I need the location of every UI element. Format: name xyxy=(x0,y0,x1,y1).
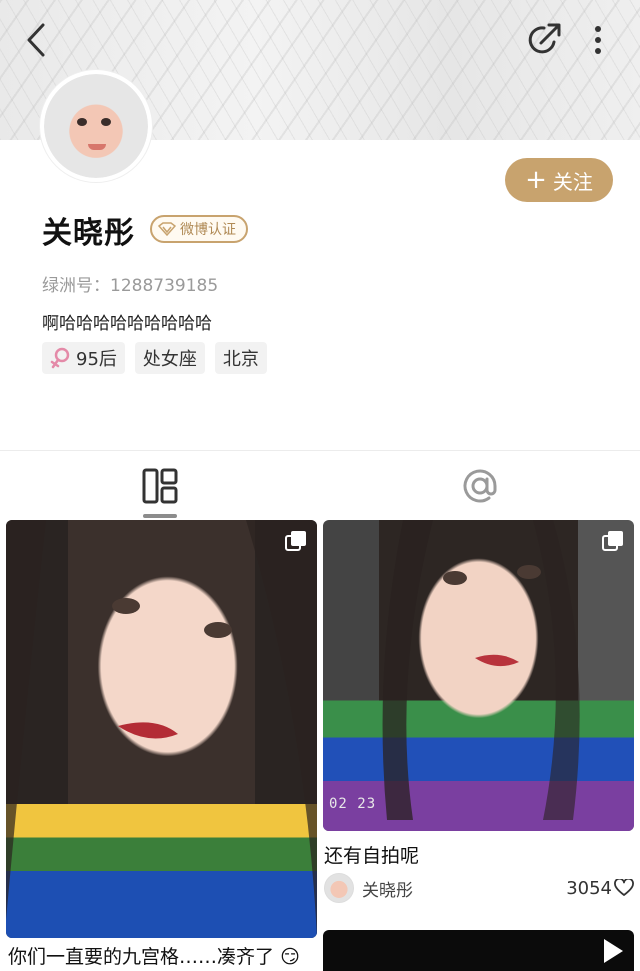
verify-badge-label: 微博认证 xyxy=(180,222,236,238)
verify-badge[interactable]: 微博认证 xyxy=(150,215,248,243)
diamond-v-icon xyxy=(158,222,176,236)
photo-date-stamp: 02 23 xyxy=(329,796,377,812)
tag-city: 北京 xyxy=(214,342,267,374)
grid-layout-icon xyxy=(142,468,178,504)
multi-image-icon xyxy=(602,531,623,551)
female-icon xyxy=(50,347,70,369)
tag-age-label: 95后 xyxy=(76,349,117,370)
author-avatar[interactable] xyxy=(324,873,354,903)
post-author-row: 关晓彤 3054 xyxy=(324,872,634,904)
section-divider xyxy=(0,450,640,451)
heart-icon xyxy=(614,879,634,896)
content-tabs xyxy=(0,452,640,520)
follow-label: 关注 xyxy=(552,169,593,194)
author-name[interactable]: 关晓彤 xyxy=(362,876,413,901)
lz-id-label: 绿洲号： xyxy=(42,276,110,296)
share-arrow-icon xyxy=(528,23,561,54)
at-sign-icon xyxy=(463,469,497,503)
tag-zodiac-label: 处女座 xyxy=(142,349,197,370)
plus-icon: + xyxy=(525,165,547,195)
post-photo-face xyxy=(382,520,580,820)
more-vertical-icon xyxy=(595,26,601,54)
video-post-card[interactable] xyxy=(323,930,634,971)
active-tab-indicator xyxy=(143,514,177,518)
profile-bio: 啊哈哈哈哈哈哈哈哈哈 xyxy=(42,314,212,334)
post-caption: 你们一直要的九宫格……凑齐了 😏 xyxy=(8,942,300,969)
tab-mentions[interactable] xyxy=(320,452,640,520)
chevron-left-icon xyxy=(27,23,45,57)
profile-tags: 95后 处女座 北京 xyxy=(42,342,267,374)
post-card[interactable]: 02 23 xyxy=(323,520,634,831)
multi-image-icon xyxy=(285,531,306,551)
lz-id: 绿洲号：1288739185 xyxy=(42,271,218,296)
like-count: 3054 xyxy=(566,877,612,899)
post-caption-text: 你们一直要的九宫格……凑齐了 xyxy=(8,946,275,968)
follow-button[interactable]: + 关注 xyxy=(505,158,613,202)
lz-id-value: 1288739185 xyxy=(110,276,219,296)
smirk-emoji-icon: 😏 xyxy=(280,946,300,968)
share-button[interactable] xyxy=(522,18,566,62)
post-photo-face xyxy=(6,520,317,938)
back-button[interactable] xyxy=(18,20,54,60)
avatar-image xyxy=(44,74,148,178)
play-icon xyxy=(604,939,623,963)
profile-name: 关晓彤 xyxy=(42,216,135,251)
more-button[interactable] xyxy=(584,18,612,62)
tag-age: 95后 xyxy=(42,342,125,374)
post-card[interactable] xyxy=(6,520,317,938)
tag-zodiac: 处女座 xyxy=(134,342,205,374)
tag-city-label: 北京 xyxy=(222,349,259,370)
like-button[interactable]: 3054 xyxy=(566,878,634,899)
tab-posts[interactable] xyxy=(0,452,320,520)
post-caption: 还有自拍呢 xyxy=(324,845,420,867)
avatar[interactable] xyxy=(40,70,152,182)
